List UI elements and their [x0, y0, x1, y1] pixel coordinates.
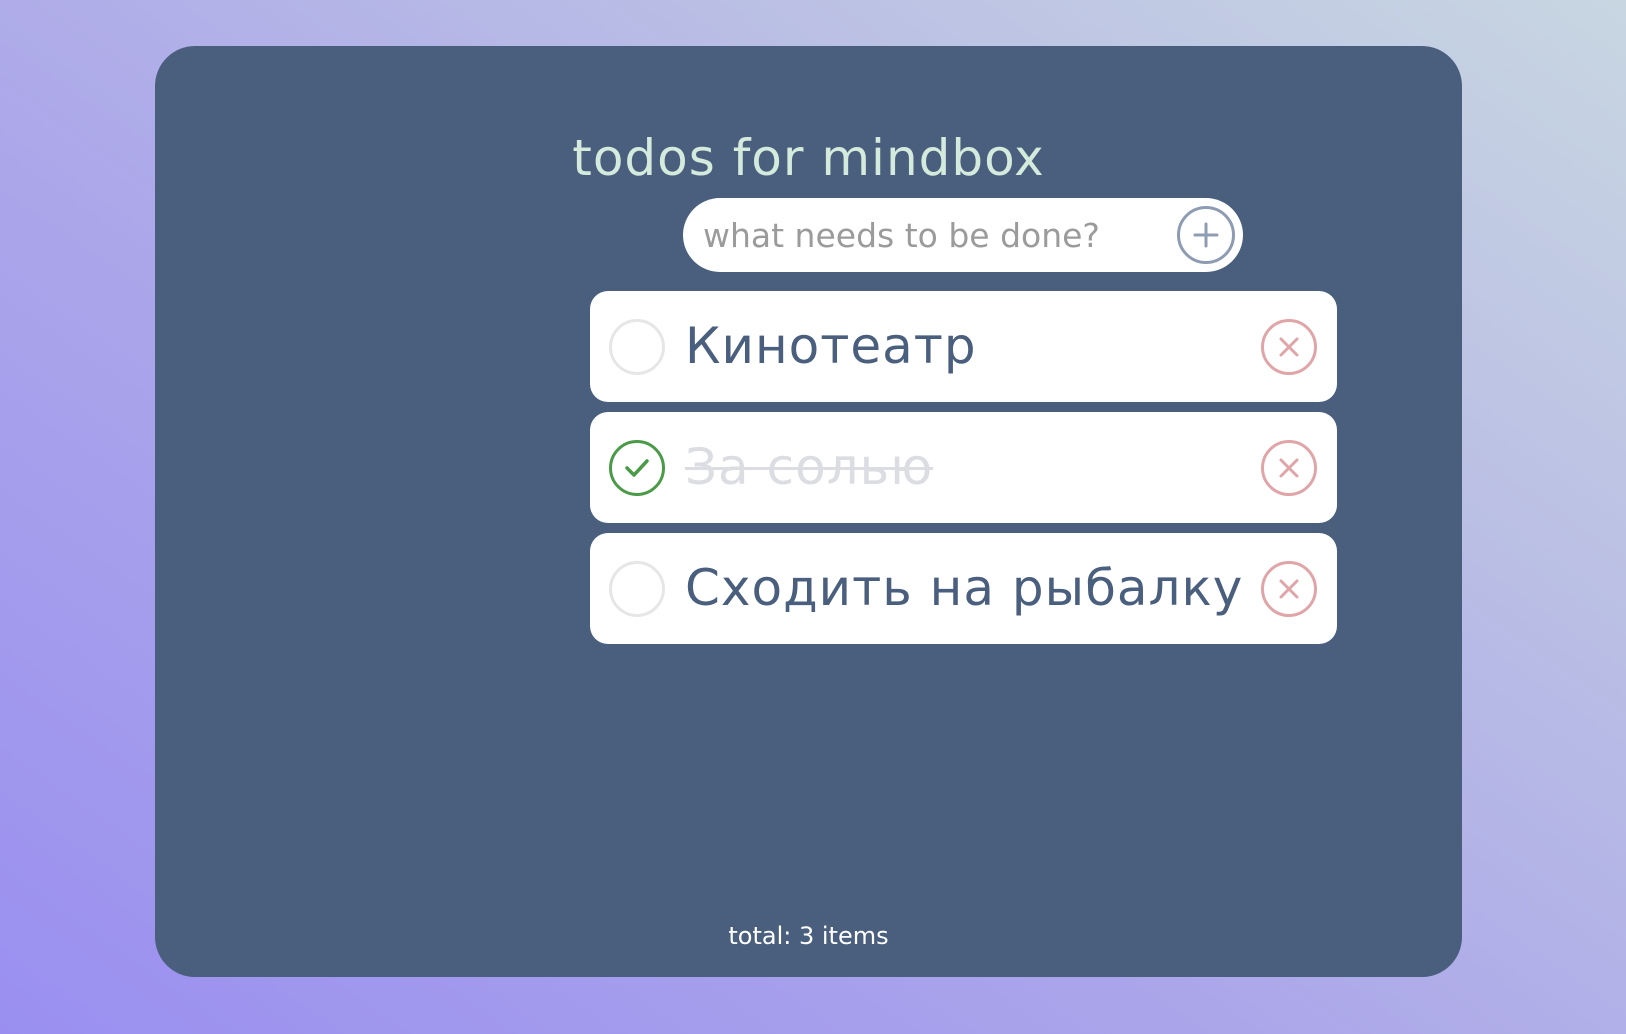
todo-text: Сходить на рыбалку [685, 559, 1244, 617]
todo-text: За солью [685, 438, 934, 496]
close-icon [1279, 458, 1299, 478]
items-count: total: 3 items [728, 922, 889, 950]
todo-item: Сходить на рыбалку [590, 533, 1337, 644]
checkmark-icon [625, 459, 649, 477]
close-icon [1279, 337, 1299, 357]
todo-checkbox[interactable] [609, 319, 665, 375]
todo-app-panel: todos for mindbox Кинотеатр [155, 46, 1462, 977]
delete-todo-button[interactable] [1261, 440, 1317, 496]
todo-list: Кинотеатр За солью Сходить на рыбалку [590, 291, 1337, 654]
add-todo-button[interactable] [1177, 206, 1235, 264]
add-todo-form [683, 198, 1243, 272]
close-icon [1279, 579, 1299, 599]
new-todo-input[interactable] [703, 208, 1153, 262]
todo-item: За солью [590, 412, 1337, 523]
delete-todo-button[interactable] [1261, 561, 1317, 617]
app-title: todos for mindbox [572, 129, 1045, 187]
delete-todo-button[interactable] [1261, 319, 1317, 375]
todo-checkbox-checked[interactable] [609, 440, 665, 496]
todo-checkbox[interactable] [609, 561, 665, 617]
plus-icon [1193, 222, 1219, 248]
todo-item: Кинотеатр [590, 291, 1337, 402]
todo-text: Кинотеатр [685, 317, 977, 375]
